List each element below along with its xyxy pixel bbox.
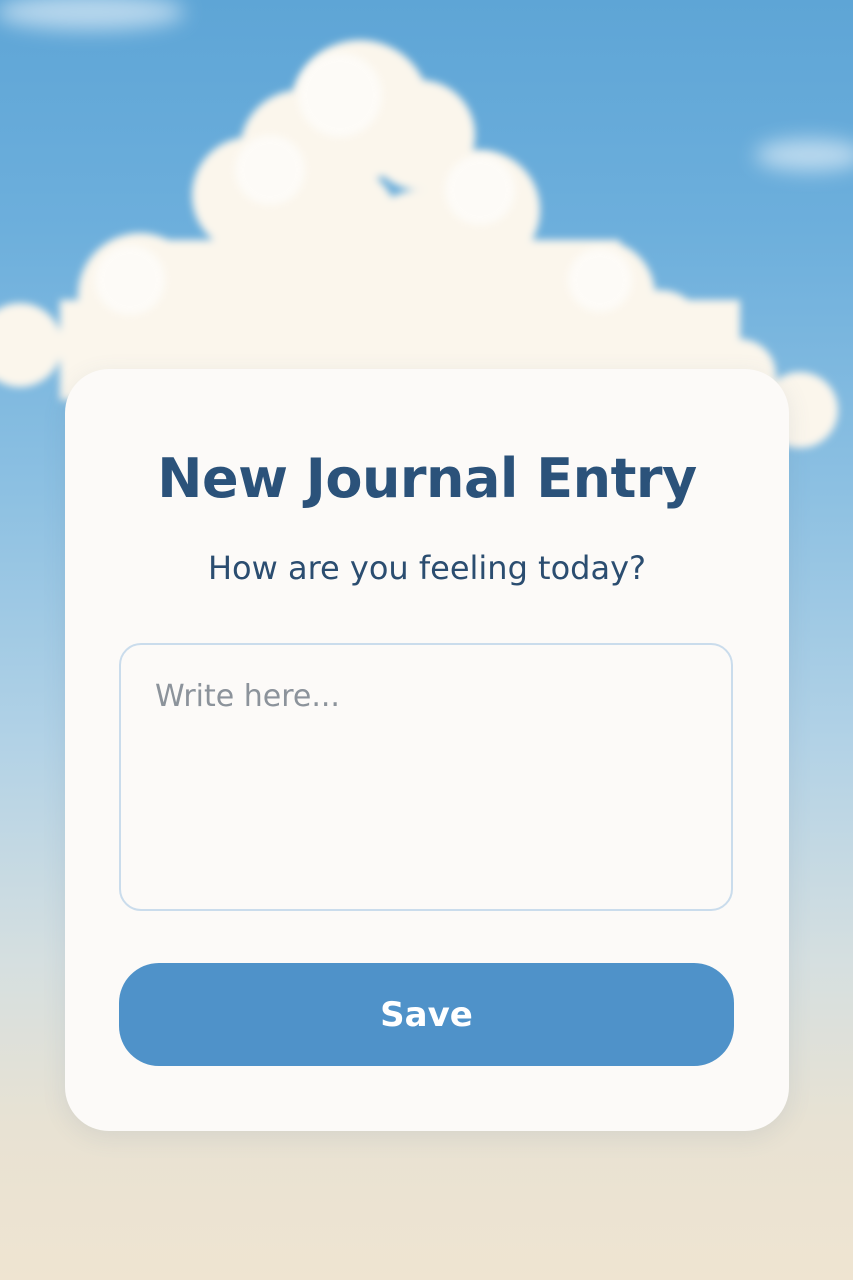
mood-prompt: How are you feeling today? <box>207 549 647 587</box>
page-title: New Journal Entry <box>157 447 697 510</box>
save-button[interactable]: Save <box>119 963 734 1066</box>
journal-entry-card: New Journal Entry How are you feeling to… <box>65 369 789 1131</box>
journal-entry-textarea[interactable] <box>119 643 733 911</box>
